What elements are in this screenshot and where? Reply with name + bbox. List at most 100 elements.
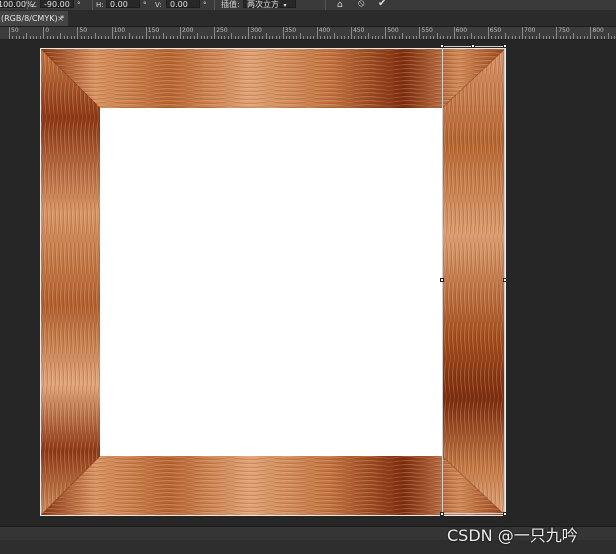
ruler-minor-tick [491,36,493,39]
interpolation-value: 两次立方 [247,0,279,9]
ruler-minor-tick [125,36,127,39]
ruler-tick [180,27,181,39]
ruler-tick [316,27,318,39]
ruler-minor-tick [292,36,294,39]
ruler-tick [556,27,558,39]
ruler-minor-tick [607,33,609,39]
ruler-minor-tick [289,36,291,39]
horizontal-ruler[interactable]: 50 0 50 100 150 200 250 300 350 400 450 500 550 600 65… [0,27,616,40]
ruler-minor-tick [173,36,175,39]
ruler-minor-tick [374,36,376,39]
ruler-tick [248,27,250,39]
ruler-minor-tick [460,36,462,39]
ruler-minor-tick [333,33,335,39]
ruler-tick [145,27,147,39]
ruler-minor-tick [128,33,130,39]
transform-handle[interactable] [440,512,444,516]
ruler-minor-tick [197,33,199,39]
ruler-minor-tick [484,36,486,39]
ruler-minor-tick [149,36,151,39]
ruler-minor-tick [26,33,28,39]
ruler-minor-tick [200,36,202,39]
ruler-minor-tick [357,36,359,39]
ruler-minor-tick [559,36,561,39]
ruler-minor-tick [576,36,578,39]
h-skew-field[interactable]: 0.00 [106,0,140,9]
ruler-label: 350 [284,27,297,34]
ruler-tick [487,27,489,39]
ruler-minor-tick [251,36,253,39]
transform-handle[interactable] [503,44,507,48]
ruler-minor-tick [313,36,315,39]
ruler-minor-tick [545,36,547,39]
canvas-area[interactable] [0,40,616,526]
v-skew-field[interactable]: 0.00 [166,0,200,9]
ruler-label: 500 [387,27,399,34]
options-separator [214,0,215,10]
ruler-tick [214,27,216,39]
ruler-minor-tick [231,33,233,39]
ruler-label: 150 [147,27,160,34]
ruler-minor-tick [600,36,602,39]
ruler-minor-tick [388,36,390,39]
ruler-minor-tick [121,36,123,39]
v-skew-icon: V: [155,1,162,9]
ruler-minor-tick [12,36,14,39]
ruler-minor-tick [566,36,568,39]
ruler-minor-tick [135,36,137,39]
ruler-tick [43,27,45,39]
ruler-minor-tick [217,36,219,39]
ruler-minor-tick [569,36,571,39]
ruler-minor-tick [97,36,99,39]
options-separator [325,0,326,10]
ruler-minor-tick [395,36,397,39]
transform-handle[interactable] [503,512,507,516]
ruler-minor-tick [535,36,537,39]
transform-handle[interactable] [503,278,507,282]
cancel-icon[interactable]: ⦸ [358,0,365,9]
transform-handle[interactable] [440,44,444,48]
ruler-minor-tick [371,36,373,39]
chevron-down-icon: ▾ [283,2,287,9]
ruler-minor-tick [138,36,140,39]
ruler-minor-tick [398,36,400,39]
ruler-minor-tick [610,36,612,39]
ruler-minor-tick [443,36,445,39]
rotate-angle-field[interactable]: -90.00 [40,0,74,9]
ruler-minor-tick [67,36,69,39]
options-separator [27,0,28,10]
ruler-minor-tick [532,36,534,39]
ruler-minor-tick [279,36,281,39]
transform-handle[interactable] [440,278,444,282]
ruler-minor-tick [262,36,264,39]
ruler-minor-tick [73,36,75,39]
ruler-tick [282,27,284,39]
ruler-label: 50 [79,27,88,34]
warp-icon[interactable]: ⌂ [337,0,343,10]
ruler-minor-tick [364,36,366,39]
ruler-minor-tick [56,36,58,39]
ruler-minor-tick [152,36,154,39]
ruler-minor-tick [299,33,301,39]
ruler-minor-tick [583,36,585,39]
ruler-minor-tick [118,36,120,39]
ruler-minor-tick [39,36,41,39]
transform-handle[interactable] [471,44,475,48]
ruler-minor-tick [392,36,394,39]
interpolation-select[interactable]: 两次立方 ▾ [243,0,296,9]
document-tab[interactable]: (RGB/8/CMYK) * × [0,11,68,26]
ruler-minor-tick [258,36,260,39]
h-skew-icon: H: [96,1,104,9]
ruler-label: 600 [455,27,468,34]
width-percent-field[interactable]: 100.00% [0,0,34,9]
ruler-minor-tick [244,36,246,39]
ruler-minor-tick [426,36,428,39]
ruler-minor-tick [159,36,161,39]
close-icon[interactable]: × [57,11,64,26]
ruler-minor-tick [542,36,544,39]
checkmark-icon[interactable]: ✔ [378,0,386,9]
ruler-minor-tick [415,36,417,39]
ruler-minor-tick [518,36,520,39]
ruler-minor-tick [580,36,582,39]
ruler-minor-tick [347,36,349,39]
